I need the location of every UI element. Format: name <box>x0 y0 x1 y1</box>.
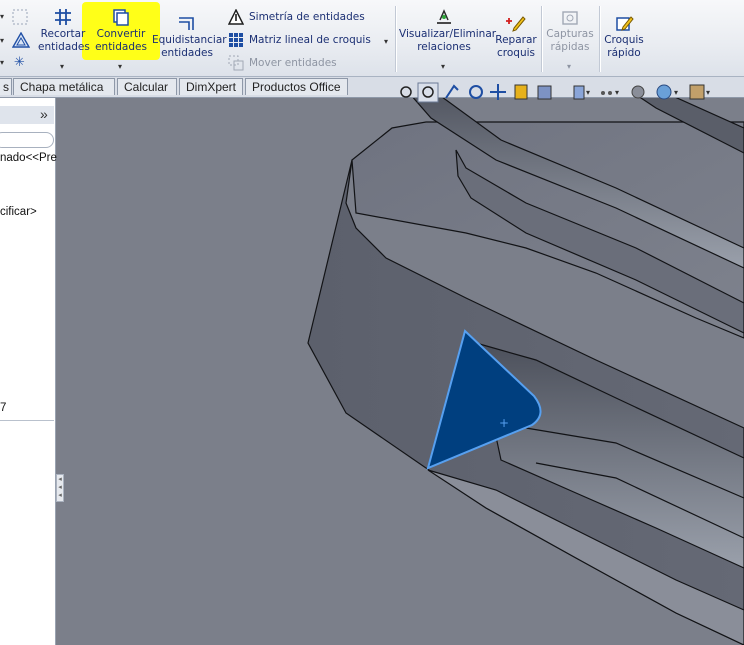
equidistanciar-label-1: Equidistanciar <box>152 34 227 46</box>
heads-up-toolbar: ▾ ▾ ▾ ▾ <box>398 82 744 104</box>
ribbon-separator <box>541 6 543 72</box>
croquis-label-2: rápido <box>607 46 641 59</box>
sketch-origin-marker: + <box>499 416 509 430</box>
tab-croquis[interactable]: s <box>0 78 12 95</box>
tree-item-partial[interactable]: 7 <box>0 402 6 414</box>
linear-pattern-icon <box>229 33 243 47</box>
matriz-lineal-button[interactable]: Matriz lineal de croquis <box>228 31 371 49</box>
dropdown-arrow[interactable]: ▾ <box>0 36 4 45</box>
tree-item-sin-especificar[interactable]: cificar> <box>0 206 37 218</box>
visualizar-eliminar-relaciones-button[interactable]: Visualizar/Eliminar relaciones <box>399 8 496 53</box>
ribbon-separator <box>395 6 397 72</box>
model-view[interactable]: + <box>56 98 744 645</box>
scene-icon[interactable]: ▾ <box>656 84 678 100</box>
sketch-point-icon[interactable]: ✳ <box>14 55 25 70</box>
tree-item-material[interactable]: nado<<Pre <box>0 152 57 164</box>
rapid-sketch-icon <box>616 16 634 31</box>
recortar-entidades-button[interactable]: Recortar entidades <box>38 8 90 53</box>
convert-entities-icon <box>113 9 129 26</box>
svg-text:▾: ▾ <box>586 88 590 97</box>
mirror-entities-icon <box>228 9 244 25</box>
display-delete-relations-icon <box>437 9 451 24</box>
pan-icon[interactable] <box>490 84 506 100</box>
equidistanciar-entidades-button[interactable]: Equidistanciar entidades <box>152 16 227 59</box>
reparar-label-1: Reparar <box>495 34 537 46</box>
triangle-icon[interactable] <box>12 32 30 48</box>
zoom-area-icon[interactable] <box>417 82 439 103</box>
capturas-label-2: rápidas <box>550 40 590 53</box>
repair-sketch-icon <box>506 16 526 32</box>
heads-up-toolbar-icons: ▾ ▾ ▾ ▾ <box>400 82 710 103</box>
edit-appearance-icon[interactable] <box>631 85 645 99</box>
visualizar-label-2: relaciones <box>417 40 471 53</box>
capturas-dropdown-arrow[interactable]: ▾ <box>567 62 571 71</box>
panel-divider <box>0 420 54 421</box>
reparar-label-2: croquis <box>497 46 535 59</box>
tab-calcular[interactable]: Calcular <box>117 78 177 95</box>
tab-productos-office[interactable]: Productos Office <box>245 78 348 95</box>
convertir-dropdown-arrow[interactable]: ▾ <box>118 62 122 71</box>
trim-icon <box>55 9 71 25</box>
zoom-to-fit-icon[interactable] <box>400 86 412 98</box>
equidistanciar-label-2: entidades <box>161 46 213 59</box>
grid-icon[interactable] <box>12 9 28 25</box>
tab-dimxpert[interactable]: DimXpert <box>179 78 243 95</box>
expand-panel-icon[interactable]: » <box>40 106 48 122</box>
reparar-croquis-button[interactable]: Reparar croquis <box>492 16 540 59</box>
view-orientation-icon[interactable] <box>537 85 552 100</box>
svg-text:▾: ▾ <box>706 88 710 97</box>
svg-text:▾: ▾ <box>674 88 678 97</box>
matriz-label: Matriz lineal de croquis <box>249 34 371 46</box>
command-manager-ribbon: ▾ ▾ ▾ ✳ Recortar entidades ▾ Convertir e… <box>0 0 744 77</box>
recortar-label-1: Recortar <box>40 28 86 40</box>
display-style-icon[interactable]: ▾ <box>573 85 590 100</box>
svg-text:▾: ▾ <box>615 88 619 97</box>
croquis-label-1: Croquis <box>604 34 644 46</box>
mover-entidades-button[interactable]: Mover entidades <box>228 54 337 72</box>
recortar-dropdown-arrow[interactable]: ▾ <box>60 62 64 71</box>
recortar-label-2: entidades <box>38 40 90 53</box>
convertir-label-1: Convertir <box>96 28 146 40</box>
graphics-viewport[interactable]: + <box>56 98 744 645</box>
move-entities-icon <box>228 55 244 71</box>
dropdown-arrow[interactable]: ▾ <box>0 58 4 67</box>
capturas-rapidas-button[interactable]: Capturas rápidas <box>544 10 596 53</box>
mover-label: Mover entidades <box>249 57 337 69</box>
simetria-label: Simetría de entidades <box>249 11 365 23</box>
section-view-icon[interactable] <box>514 84 528 100</box>
convertir-entidades-button[interactable]: Convertir entidades <box>93 8 149 53</box>
hide-show-icon[interactable]: ▾ <box>601 88 619 97</box>
capturas-label-1: Capturas <box>546 28 594 40</box>
simetria-entidades-button[interactable]: Simetría de entidades <box>228 8 365 26</box>
previous-view-icon[interactable] <box>445 84 459 99</box>
offset-entities-icon <box>179 17 194 30</box>
dropdown-arrow[interactable]: ▾ <box>0 12 4 21</box>
rotate-icon[interactable] <box>469 85 483 99</box>
croquis-rapido-button[interactable]: Croquis rápido <box>601 16 647 59</box>
feature-manager-panel: » nado<<Pre cificar> 7 <box>0 98 57 645</box>
convertir-label-2: entidades <box>95 40 147 53</box>
tab-chapa-metalica[interactable]: Chapa metálica <box>13 78 115 95</box>
view-settings-icon[interactable]: ▾ <box>689 84 710 100</box>
visualizar-label-1: Visualizar/Eliminar <box>399 28 497 40</box>
matriz-dropdown-arrow[interactable]: ▾ <box>384 37 388 46</box>
quick-snaps-icon <box>562 11 578 25</box>
visualizar-dropdown-arrow[interactable]: ▾ <box>441 62 445 71</box>
filter-input[interactable] <box>0 132 54 148</box>
